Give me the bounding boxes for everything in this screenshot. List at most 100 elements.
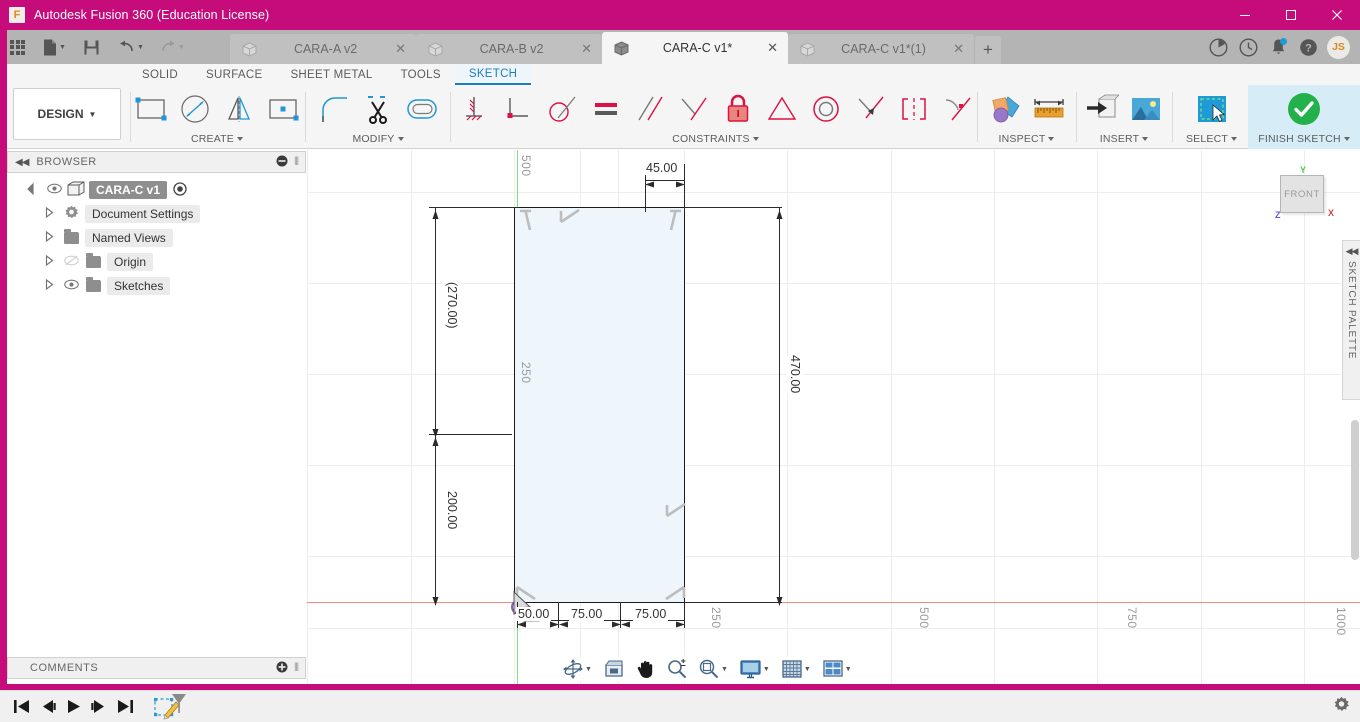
pan-tool[interactable] <box>633 657 658 681</box>
collapse-left-icon[interactable]: ◀◀ <box>15 157 29 168</box>
tab-solid[interactable]: SOLID <box>128 64 192 85</box>
plus-circle-icon[interactable] <box>276 661 288 676</box>
activate-radio-icon[interactable] <box>173 181 187 199</box>
look-at-tool[interactable] <box>601 657 627 681</box>
coincident-constraint[interactable] <box>848 87 892 131</box>
chevron-down-icon[interactable]: ▼ <box>721 666 728 673</box>
curvature-constraint[interactable] <box>936 87 980 131</box>
ribbon-group-create-label[interactable]: CREATE <box>191 132 243 146</box>
avatar[interactable]: JS <box>1327 35 1350 59</box>
ribbon-group-select-label[interactable]: SELECT <box>1186 132 1238 146</box>
ribbon-group-finish-sketch[interactable]: FINISH SKETCH <box>1248 85 1360 149</box>
constraint-glyph[interactable] <box>662 578 686 607</box>
redo-button[interactable]: ▼ <box>155 30 190 64</box>
go-to-beginning-button[interactable] <box>8 691 34 722</box>
help-icon[interactable]: ? <box>1293 30 1323 64</box>
insert-derive-tool[interactable] <box>1080 87 1124 131</box>
dimension-value-45[interactable]: 45.00 <box>644 161 680 175</box>
tree-item-origin[interactable]: Origin <box>7 250 306 274</box>
close-icon[interactable]: ✕ <box>953 41 964 57</box>
ribbon-group-insert-label[interactable]: INSERT <box>1100 132 1149 146</box>
equal-constraint[interactable] <box>584 87 628 131</box>
ribbon-group-modify-label[interactable]: MODIFY <box>352 132 404 146</box>
zoom-tool[interactable] <box>664 657 690 681</box>
save-button[interactable] <box>79 30 104 64</box>
eye-icon[interactable] <box>47 183 62 197</box>
new-file-button[interactable]: ▼ <box>38 30 71 64</box>
circle-tool[interactable] <box>173 87 217 131</box>
tangent-constraint[interactable] <box>540 87 584 131</box>
expand-arrow-closed-icon[interactable] <box>45 206 54 221</box>
chevron-down-icon[interactable]: ▼ <box>137 44 144 51</box>
close-icon[interactable]: ✕ <box>581 41 592 57</box>
undo-button[interactable]: ▼ <box>114 30 149 64</box>
bell-icon[interactable] <box>1263 30 1293 64</box>
display-settings[interactable]: ▼ <box>737 657 773 681</box>
chevron-down-icon[interactable]: ▼ <box>178 44 185 51</box>
view-cube-front-face[interactable]: FRONT <box>1280 175 1324 213</box>
chevron-down-icon[interactable]: ▼ <box>59 44 66 51</box>
document-tab-2[interactable]: CARA-C v1* ✕ <box>602 32 788 64</box>
expand-arrow-closed-icon[interactable] <box>45 254 54 269</box>
center-rectangle-tool[interactable] <box>261 87 305 131</box>
dimension-value-270-driven[interactable]: (270.00) <box>443 282 461 329</box>
tree-item-cara-c[interactable]: CARA-C v1 <box>7 178 306 202</box>
select-tool[interactable] <box>1190 87 1234 131</box>
concentric-constraint[interactable] <box>804 87 848 131</box>
tab-sketch[interactable]: SKETCH <box>454 64 532 85</box>
section-analysis-tool[interactable] <box>983 87 1027 131</box>
data-panel-icon[interactable] <box>1203 30 1233 64</box>
constraint-glyph[interactable] <box>559 208 583 237</box>
parallel-constraint[interactable] <box>628 87 672 131</box>
minimize-icon[interactable] <box>1222 0 1268 30</box>
symmetry-constraint[interactable] <box>892 87 936 131</box>
orbit-tool[interactable]: ▼ <box>560 657 595 681</box>
insert-canvas-tool[interactable] <box>1124 87 1168 131</box>
tree-item-document-settings[interactable]: Document Settings <box>7 202 306 226</box>
collinear-constraint[interactable] <box>760 87 804 131</box>
document-tab-3[interactable]: CARA-C v1*(1) ✕ <box>788 34 974 64</box>
document-tab-0[interactable]: CARA-A v2 ✕ <box>230 34 416 64</box>
dimension-value-75-a[interactable]: 75.00 <box>569 607 605 621</box>
ribbon-group-finish-sketch-label[interactable]: FINISH SKETCH <box>1258 132 1350 146</box>
maximize-icon[interactable] <box>1268 0 1314 30</box>
expand-arrow-closed-icon[interactable] <box>45 278 54 293</box>
dimension-value-75-b[interactable]: 75.00 <box>633 607 669 621</box>
trim-tool[interactable] <box>356 87 400 131</box>
step-forward-button[interactable] <box>86 691 112 722</box>
dimension-value-200[interactable]: 200.00 <box>443 491 461 530</box>
constraint-glyph[interactable] <box>662 208 684 239</box>
dimension-value-50[interactable]: 50.00 <box>516 607 552 621</box>
play-button[interactable] <box>60 691 86 722</box>
collapse-right-icon[interactable]: ◀◀ <box>1346 246 1359 257</box>
measure-tool[interactable] <box>1027 87 1071 131</box>
chevron-down-icon[interactable]: ▼ <box>845 666 852 673</box>
new-tab-button[interactable]: + <box>975 36 1001 64</box>
clock-icon[interactable] <box>1233 30 1263 64</box>
workspace-switcher-button[interactable]: DESIGN ▼ <box>13 88 121 140</box>
document-tab-1[interactable]: CARA-B v2 ✕ <box>416 34 602 64</box>
tree-item-named-views[interactable]: Named Views <box>7 226 306 250</box>
close-icon[interactable]: ✕ <box>767 40 778 56</box>
tab-tools[interactable]: TOOLS <box>387 64 455 85</box>
close-icon[interactable] <box>1314 0 1360 30</box>
expand-arrow-closed-icon[interactable] <box>45 230 54 245</box>
grid-snaps[interactable]: ▼ <box>779 657 814 681</box>
perpendicular-constraint[interactable] <box>496 87 540 131</box>
fit-tool[interactable]: ▼ <box>696 657 731 681</box>
grip-icon[interactable]: ⦀ <box>294 156 299 169</box>
tree-item-sketches[interactable]: Sketches <box>7 274 306 298</box>
eye-icon[interactable] <box>64 279 79 293</box>
go-to-end-button[interactable] <box>112 691 138 722</box>
constraint-glyph[interactable] <box>517 208 539 239</box>
tab-sheet-metal[interactable]: SHEET METAL <box>276 64 386 85</box>
ribbon-group-constraints-label[interactable]: CONSTRAINTS <box>672 132 759 146</box>
sketch-feature-icon[interactable] <box>154 693 188 720</box>
ribbon-group-inspect-label[interactable]: INSPECT <box>999 132 1055 146</box>
midpoint-constraint[interactable] <box>672 87 716 131</box>
expand-arrow-open-icon[interactable] <box>24 181 42 199</box>
sketch-palette-tab[interactable]: ◀◀ SKETCH PALETTE <box>1342 240 1360 400</box>
viewports[interactable]: ▼ <box>820 657 855 681</box>
fix-unfix-constraint[interactable] <box>716 87 760 131</box>
chevron-down-icon[interactable]: ▼ <box>763 666 770 673</box>
